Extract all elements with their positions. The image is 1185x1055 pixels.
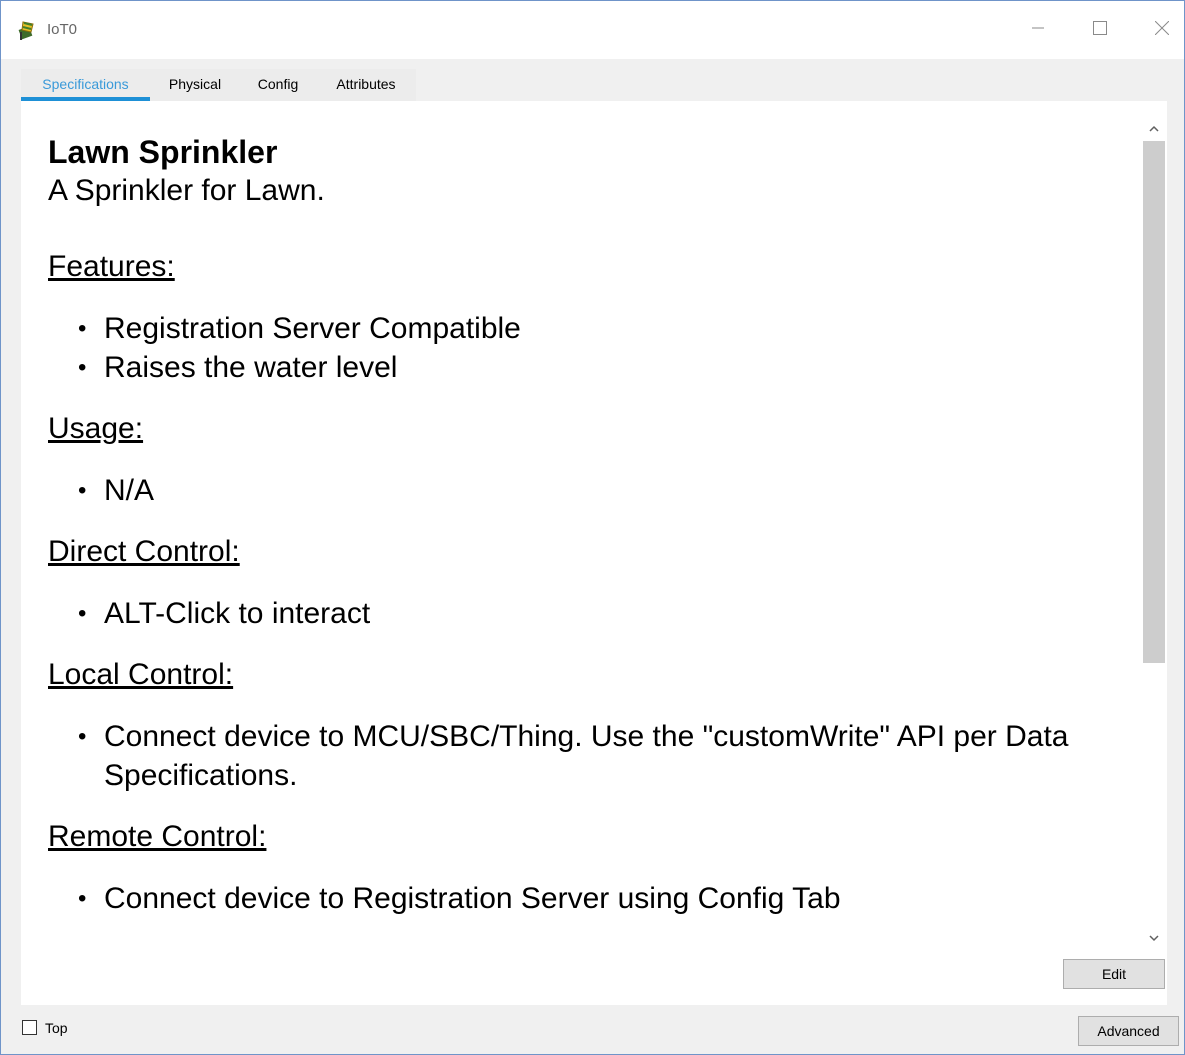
device-window: IoT0 Specifications Physical Config Attr… <box>0 0 1185 1055</box>
direct-control-list: ALT-Click to interact <box>48 594 1128 633</box>
usage-heading: Usage: <box>48 412 144 445</box>
usage-list: N/A <box>48 471 1128 510</box>
list-item: Registration Server Compatible <box>48 309 1128 348</box>
device-name: Lawn Sprinkler <box>48 134 278 170</box>
close-button[interactable] <box>1139 11 1184 49</box>
list-item: ALT-Click to interact <box>48 594 1128 633</box>
top-checkbox[interactable] <box>22 1020 37 1035</box>
tab-attributes[interactable]: Attributes <box>323 69 409 101</box>
remote-control-list: Connect device to Registration Server us… <box>48 879 1128 918</box>
advanced-button[interactable]: Advanced <box>1078 1016 1179 1046</box>
list-item: N/A <box>48 471 1128 510</box>
tab-strip: Specifications Physical Config Attribute… <box>21 69 416 101</box>
list-item: Connect device to MCU/SBC/Thing. Use the… <box>48 717 1128 795</box>
direct-control-heading: Direct Control: <box>48 535 240 568</box>
vertical-scrollbar[interactable] <box>1141 117 1167 949</box>
maximize-icon <box>1093 20 1107 40</box>
specifications-panel: Lawn Sprinkler A Sprinkler for Lawn. Fea… <box>21 101 1167 1005</box>
edit-button[interactable]: Edit <box>1063 959 1165 989</box>
maximize-button[interactable] <box>1077 11 1123 49</box>
iot-sprinkler-icon <box>17 19 39 41</box>
chevron-down-icon <box>1149 929 1159 947</box>
tab-specifications[interactable]: Specifications <box>21 69 150 101</box>
local-control-list: Connect device to MCU/SBC/Thing. Use the… <box>48 717 1128 795</box>
list-item: Raises the water level <box>48 348 1128 387</box>
title-bar[interactable]: IoT0 <box>1 1 1184 59</box>
scroll-thumb[interactable] <box>1143 141 1165 663</box>
scroll-up-button[interactable] <box>1141 117 1167 139</box>
remote-control-heading: Remote Control: <box>48 820 267 853</box>
device-description: A Sprinkler for Lawn. <box>48 174 325 207</box>
window-title: IoT0 <box>47 21 78 38</box>
chevron-up-icon <box>1149 119 1159 137</box>
spec-document: Lawn Sprinkler A Sprinkler for Lawn. Fea… <box>48 132 1128 941</box>
spec-content: Lawn Sprinkler A Sprinkler for Lawn. Fea… <box>21 101 1141 947</box>
tab-physical[interactable]: Physical <box>158 69 232 101</box>
minimize-icon <box>1032 21 1044 39</box>
list-item: Connect device to Registration Server us… <box>48 879 1128 918</box>
tab-config[interactable]: Config <box>246 69 310 101</box>
top-checkbox-label: Top <box>45 1020 68 1036</box>
local-control-heading: Local Control: <box>48 658 234 691</box>
minimize-button[interactable] <box>1015 11 1061 49</box>
scroll-down-button[interactable] <box>1141 927 1167 949</box>
close-icon <box>1154 20 1170 40</box>
features-list: Registration Server Compatible Raises th… <box>48 309 1128 387</box>
features-heading: Features: <box>48 250 175 283</box>
